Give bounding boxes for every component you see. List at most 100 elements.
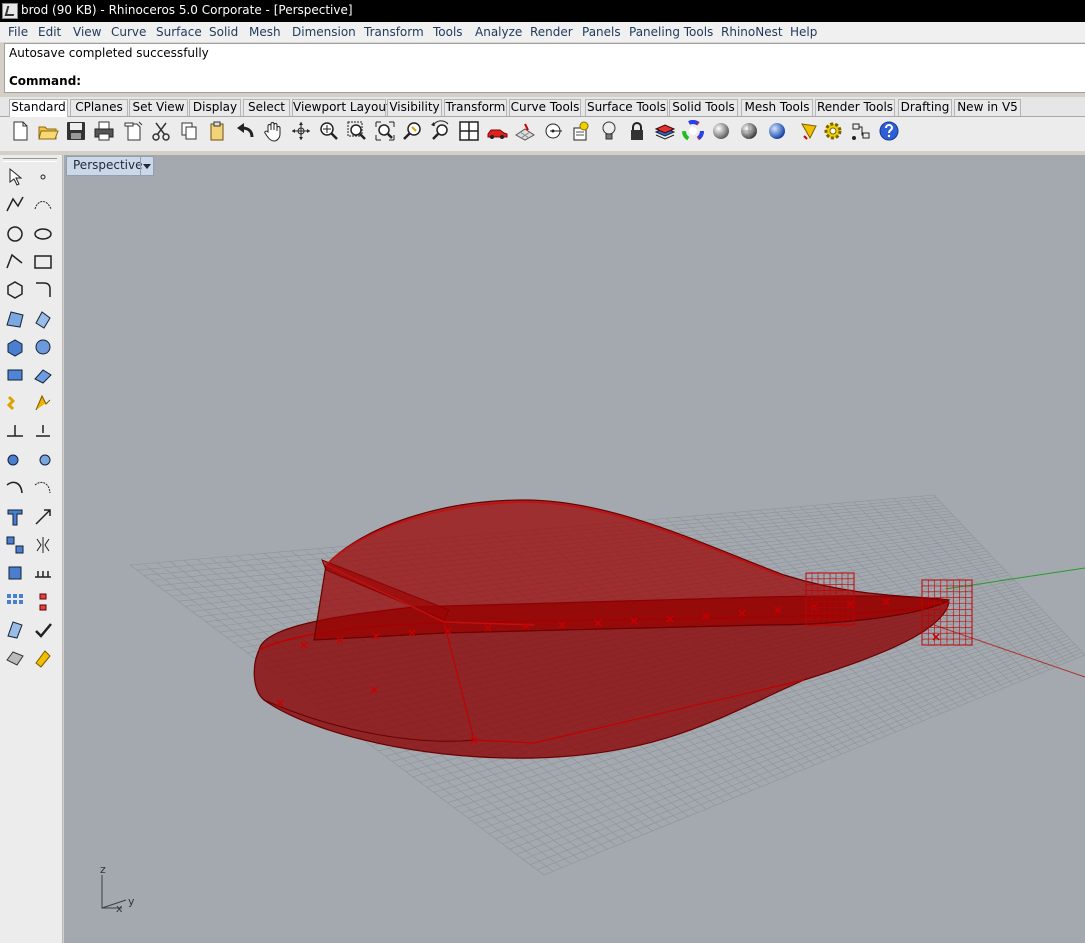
rhino-app-icon[interactable]	[2, 3, 18, 19]
menu-transform[interactable]: Transform	[364, 25, 424, 39]
group-icon[interactable]	[4, 534, 26, 556]
menu-help[interactable]: Help	[790, 25, 817, 39]
check-icon[interactable]	[32, 619, 54, 641]
rectangle-icon[interactable]	[32, 251, 54, 273]
help-icon[interactable]	[878, 120, 900, 142]
options-gear-icon[interactable]	[822, 120, 844, 142]
tab-set-view[interactable]: Set View	[129, 99, 188, 116]
viewport-scene[interactable]: z x y	[64, 155, 1085, 943]
open-folder-icon[interactable]	[37, 120, 59, 142]
layer-icon[interactable]	[654, 120, 676, 142]
menu-dimension[interactable]: Dimension	[292, 25, 356, 39]
text-icon[interactable]	[4, 506, 26, 528]
select-arrow-icon[interactable]	[4, 166, 26, 188]
menu-tools[interactable]: Tools	[433, 25, 463, 39]
tab-transform[interactable]: Transform	[444, 99, 507, 116]
zoom-dynamic-icon[interactable]	[318, 120, 340, 142]
save-icon[interactable]	[65, 120, 87, 142]
array-icon[interactable]	[4, 591, 26, 613]
mirror-icon[interactable]	[32, 534, 54, 556]
menu-rhinonest[interactable]: RhinoNest	[721, 25, 783, 39]
menu-panels[interactable]: Panels	[582, 25, 621, 39]
viewport-tab[interactable]: Perspective	[66, 156, 154, 176]
car-perspective-icon[interactable]	[486, 120, 508, 142]
polygon-icon[interactable]	[4, 279, 26, 301]
toolbar-grip[interactable]	[3, 158, 57, 162]
grasshopper-icon[interactable]	[850, 120, 872, 142]
lock-icon[interactable]	[626, 120, 648, 142]
extrude-icon[interactable]	[32, 308, 54, 330]
pan-hand-icon[interactable]	[262, 120, 284, 142]
tab-standard[interactable]: Standard	[9, 99, 68, 117]
curve-control-points-icon[interactable]	[32, 194, 54, 216]
copy-icon[interactable]	[178, 120, 200, 142]
arc-icon[interactable]	[4, 251, 26, 273]
menu-curve[interactable]: Curve	[111, 25, 146, 39]
zoom-extents-icon[interactable]	[374, 120, 396, 142]
tab-select[interactable]: Select	[243, 99, 290, 116]
fillet-curve-icon[interactable]	[32, 279, 54, 301]
polyline-icon[interactable]	[4, 194, 26, 216]
ellipse-icon[interactable]	[32, 223, 54, 245]
rendered-sphere-icon[interactable]	[738, 120, 760, 142]
menu-render[interactable]: Render	[530, 25, 573, 39]
menu-paneling-tools[interactable]: Paneling Tools	[629, 25, 713, 39]
loft-icon[interactable]	[32, 364, 54, 386]
trim-icon[interactable]	[4, 421, 26, 443]
osnap-icon[interactable]	[542, 120, 564, 142]
point-icon[interactable]	[32, 166, 54, 188]
boolean-union-icon[interactable]	[4, 449, 26, 471]
command-line[interactable]: Command:	[4, 72, 1085, 93]
cut-icon[interactable]	[150, 120, 172, 142]
analyze-surface-icon[interactable]	[4, 619, 26, 641]
new-file-icon[interactable]	[9, 120, 31, 142]
shaded-sphere-icon[interactable]	[710, 120, 732, 142]
zoom-selected-icon[interactable]	[402, 120, 424, 142]
tab-drafting[interactable]: Drafting	[898, 99, 952, 116]
perspective-viewport[interactable]: z x y	[64, 155, 1085, 943]
menu-surface[interactable]: Surface	[156, 25, 202, 39]
four-viewports-icon[interactable]	[458, 120, 480, 142]
split-icon[interactable]	[32, 392, 54, 414]
scale-icon[interactable]	[32, 506, 54, 528]
zoom-window-icon[interactable]	[346, 120, 368, 142]
analysis-icon[interactable]	[798, 120, 820, 142]
light-bulb-icon[interactable]	[598, 120, 620, 142]
menu-view[interactable]: View	[73, 25, 101, 39]
tab-new-in-v5[interactable]: New in V5	[954, 99, 1021, 116]
tab-mesh-tools[interactable]: Mesh Tools	[741, 99, 813, 116]
render-object-icon[interactable]	[4, 647, 26, 669]
tab-viewport-layout[interactable]: Viewport Layout	[292, 99, 391, 116]
blend-icon[interactable]	[32, 477, 54, 499]
tab-curve-tools[interactable]: Curve Tools	[509, 99, 581, 116]
paint-bucket-icon[interactable]	[32, 647, 54, 669]
sphere-icon[interactable]	[32, 336, 54, 358]
undo-icon[interactable]	[234, 120, 256, 142]
boolean-split-icon[interactable]	[32, 449, 54, 471]
boat-hull[interactable]	[253, 499, 951, 759]
properties-icon[interactable]	[570, 120, 592, 142]
print-icon[interactable]	[93, 120, 115, 142]
offset-icon[interactable]	[4, 477, 26, 499]
cplane-icon[interactable]	[514, 120, 536, 142]
surface-from-points-icon[interactable]	[4, 308, 26, 330]
tab-surface-tools[interactable]: Surface Tools	[585, 99, 668, 116]
tab-render-tools[interactable]: Render Tools	[815, 99, 895, 116]
viewport-menu-arrow-icon[interactable]	[140, 157, 153, 175]
extend-icon[interactable]	[32, 421, 54, 443]
cylinder-icon[interactable]	[4, 364, 26, 386]
tab-solid-tools[interactable]: Solid Tools	[669, 99, 738, 116]
menu-edit[interactable]: Edit	[38, 25, 61, 39]
menu-solid[interactable]: Solid	[209, 25, 238, 39]
circle-icon[interactable]	[4, 223, 26, 245]
tab-cplanes[interactable]: CPlanes	[70, 99, 128, 116]
color-wheel-icon[interactable]	[682, 120, 704, 142]
tab-display[interactable]: Display	[189, 99, 241, 116]
align-icon[interactable]	[32, 591, 54, 613]
tab-visibility[interactable]: Visibility	[387, 99, 442, 116]
menu-mesh[interactable]: Mesh	[249, 25, 281, 39]
dimension-icon[interactable]	[32, 562, 54, 584]
rotate-view-icon[interactable]	[290, 120, 312, 142]
menu-file[interactable]: File	[8, 25, 28, 39]
undo-view-icon[interactable]	[430, 120, 452, 142]
